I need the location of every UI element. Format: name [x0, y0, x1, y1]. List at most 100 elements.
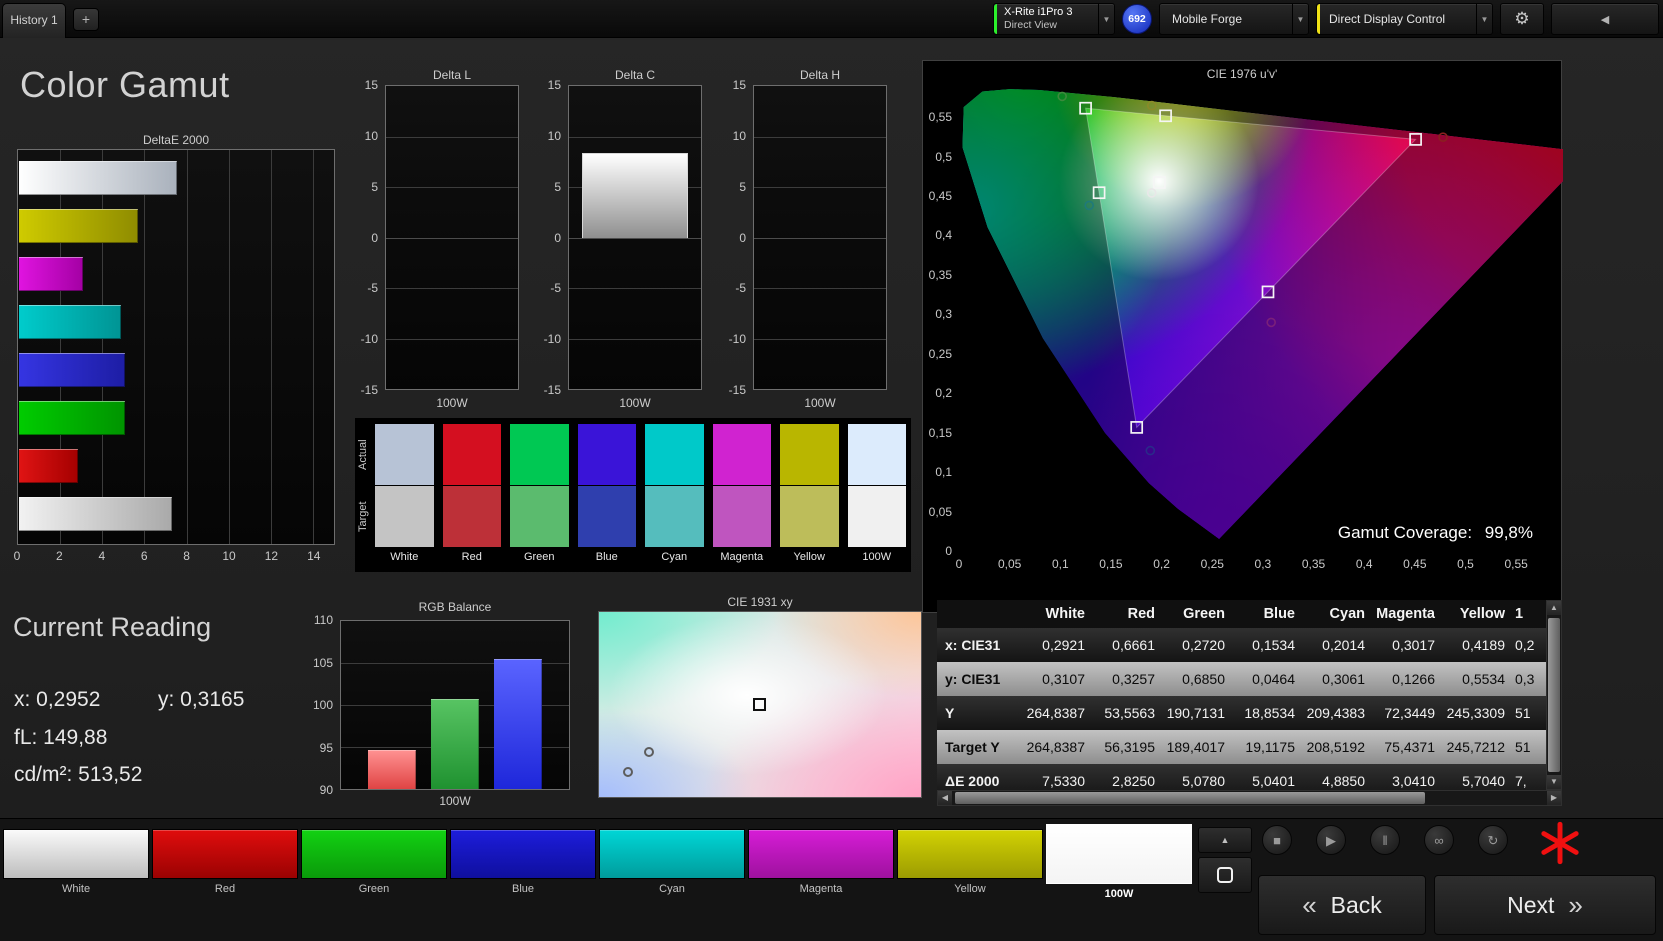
- target-swatch: [375, 486, 434, 547]
- actual-swatch: [712, 424, 771, 485]
- current-reading-y: y: 0,3165: [158, 688, 245, 711]
- delta-h-plot: [753, 85, 887, 390]
- actual-swatch: [442, 424, 501, 485]
- horizontal-scroll-thumb[interactable]: [955, 792, 1425, 804]
- grid-line: [386, 288, 518, 289]
- axis-tick-label: 0,55: [928, 110, 952, 125]
- patch-green[interactable]: Green: [301, 824, 447, 895]
- patch-red[interactable]: Red: [152, 824, 298, 895]
- grid-line: [569, 136, 701, 138]
- patch-100w[interactable]: 100W: [1046, 824, 1192, 900]
- pattern-window-button[interactable]: [1198, 857, 1252, 893]
- meter-status-accent: [994, 4, 997, 34]
- meter-labels: X-Rite i1Pro 3 Direct View: [994, 5, 1098, 33]
- chevron-down-icon: ▼: [1098, 4, 1114, 34]
- scroll-down-button[interactable]: ▼: [1547, 775, 1561, 789]
- delta-c-chart: Delta C 15 10 5 0 -5 -10 -15 100W: [534, 68, 704, 413]
- patch-white[interactable]: White: [3, 824, 149, 895]
- patch-yellow[interactable]: Yellow: [897, 824, 1043, 895]
- table-body: x: CIE31 0,2921 0,6661 0,2720 0,1534 0,2014 0,…: [937, 628, 1546, 790]
- delta-h-y-axis: 15 10 5 0 -5 -10 -15: [719, 78, 749, 397]
- meter-selector-dropdown[interactable]: X-Rite i1Pro 3 Direct View ▼: [993, 3, 1115, 35]
- scroll-up-button[interactable]: ▲: [1547, 601, 1561, 615]
- axis-tick-label: -10: [543, 332, 561, 347]
- table-horizontal-scrollbar[interactable]: ◀ ▶: [937, 790, 1562, 806]
- grid-line: [754, 187, 886, 188]
- calibration-asterisk-icon[interactable]: [1538, 821, 1582, 865]
- bottom-bar: White Red Green Blue Cyan Magenta Yellow 100W ▲…: [0, 818, 1663, 941]
- table-cell: 208,5192: [1306, 739, 1365, 755]
- delta-c-plot: [568, 85, 702, 390]
- current-reading-luminance: cd/m²: 513,52: [14, 763, 143, 786]
- play-button[interactable]: ▶: [1316, 825, 1346, 855]
- grid-line: [386, 136, 518, 138]
- table-cell: 0,3017: [1392, 637, 1435, 653]
- deltae-bar-green: [19, 401, 126, 435]
- patch-color: [301, 829, 447, 879]
- deltae-bar-yellow: [19, 209, 139, 243]
- table-cell: 51: [1515, 705, 1531, 721]
- deltae-chart-title: DeltaE 2000: [142, 133, 210, 147]
- axis-tick-label: 110: [313, 613, 333, 627]
- axis-tick-label: 15: [732, 78, 746, 92]
- table-cell: 264,8387: [1026, 705, 1085, 721]
- axis-tick-label: -10: [360, 332, 378, 347]
- expand-panel-button[interactable]: ▲: [1198, 827, 1252, 853]
- swatch-column-yellow: Yellow: [780, 424, 839, 568]
- patch-color: [748, 829, 894, 879]
- tab-history[interactable]: History 1: [2, 3, 66, 38]
- target-swatch: [847, 486, 906, 547]
- back-label: Back: [1330, 891, 1382, 918]
- settings-button[interactable]: ⚙: [1500, 3, 1544, 35]
- add-tab-button[interactable]: +: [73, 8, 99, 31]
- chevron-left-icon: ◀: [1600, 13, 1610, 26]
- actual-swatch: [510, 424, 569, 485]
- scroll-left-button[interactable]: ◀: [938, 791, 952, 805]
- stop-button[interactable]: ■: [1262, 825, 1292, 855]
- axis-tick-label: 12: [264, 549, 279, 563]
- axis-tick-label: -10: [728, 332, 746, 347]
- patch-cyan[interactable]: Cyan: [599, 824, 745, 895]
- axis-tick-label: 5: [554, 179, 561, 194]
- patch-blue[interactable]: Blue: [450, 824, 596, 895]
- table-cell: 0,3107: [1042, 671, 1085, 687]
- current-reading-xy: x: 0,2952 y: 0,3165: [14, 688, 344, 712]
- table-cell: 4,8850: [1322, 773, 1365, 789]
- axis-tick-label: -5: [550, 281, 561, 296]
- back-chevron-icon: «: [1302, 889, 1317, 920]
- loop-button[interactable]: ∞: [1424, 825, 1454, 855]
- swatch-column-blue: Blue: [577, 424, 636, 568]
- patch-magenta[interactable]: Magenta: [748, 824, 894, 895]
- scroll-right-button[interactable]: ▶: [1547, 791, 1561, 805]
- patch-label: Red: [214, 883, 236, 895]
- display-control-dropdown[interactable]: Direct Display Control ▼: [1316, 3, 1493, 35]
- collapse-panel-button[interactable]: ◀: [1551, 3, 1659, 35]
- pause-button[interactable]: ‖: [1370, 825, 1400, 855]
- top-bar-controls: X-Rite i1Pro 3 Direct View ▼ 692 Mobile …: [993, 3, 1659, 35]
- refresh-button[interactable]: ↻: [1478, 825, 1508, 855]
- back-button[interactable]: « Back: [1258, 875, 1426, 935]
- axis-tick-label: 5: [371, 179, 378, 194]
- table-vertical-scrollbar[interactable]: ▲ ▼: [1546, 600, 1562, 790]
- axis-tick-label: 0,35: [928, 267, 952, 282]
- patch-label: Yellow: [954, 883, 986, 895]
- axis-tick-label: -15: [728, 383, 746, 397]
- delta-l-plot: [385, 85, 519, 390]
- patch-color: [152, 829, 298, 879]
- swatch-label: Cyan: [661, 551, 688, 563]
- deltae-bar-red: [19, 449, 79, 483]
- pattern-source-dropdown[interactable]: Mobile Forge ▼: [1159, 3, 1309, 35]
- rgb-balance-y-axis: 110 105 100 95 90: [306, 613, 336, 797]
- axis-tick-label: 0,4: [935, 228, 952, 243]
- axis-tick-label: 0,1: [1051, 557, 1069, 571]
- grid-line: [386, 237, 518, 239]
- meter-name: X-Rite i1Pro 3: [1004, 6, 1073, 19]
- axis-tick-label: 0,45: [928, 188, 952, 203]
- column-header-white: White: [1045, 606, 1085, 622]
- patch-label: Green: [358, 883, 390, 895]
- next-button[interactable]: Next »: [1434, 875, 1656, 935]
- gear-icon: ⚙: [1514, 9, 1530, 28]
- vertical-scroll-thumb[interactable]: [1548, 618, 1560, 772]
- cie1976-y-axis: 0,55 0,5 0,45 0,4 0,35 0,3 0,25 0,2 0,15 0,1 0,05 0: [923, 61, 955, 558]
- chevron-up-icon: ▲: [1220, 835, 1230, 845]
